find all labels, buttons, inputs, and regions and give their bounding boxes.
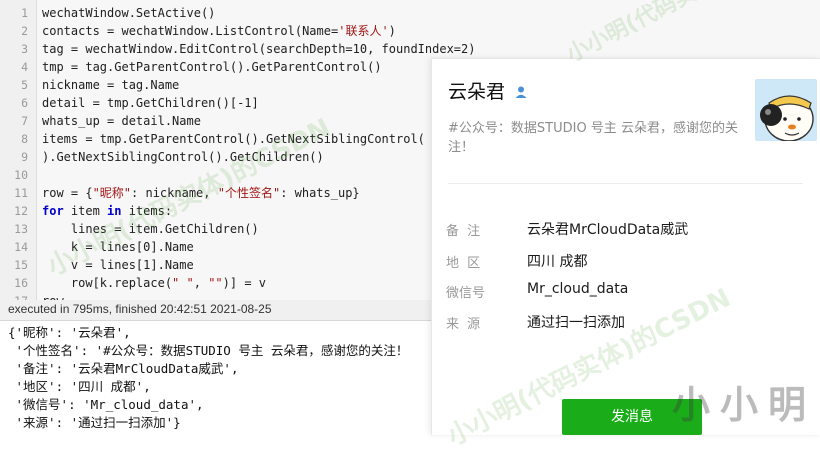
line-number: 8 — [21, 132, 28, 146]
line-number: 11 — [14, 186, 28, 200]
line-number: 4 — [21, 60, 28, 74]
code-text: row = {"昵称": nickname, "个性签名": whats_up} — [42, 186, 360, 200]
code-text: ).GetNextSiblingControl().GetChildren() — [42, 150, 324, 164]
output-line: {'昵称': '云朵君', — [8, 325, 131, 340]
output-line: '地区': '四川 成都', — [8, 379, 151, 394]
code-line: 1 wechatWindow.SetActive() — [0, 4, 820, 22]
info-label-source: 来 源 — [446, 317, 483, 332]
code-text: items = tmp.GetParentControl().GetNextSi… — [42, 132, 425, 146]
line-number: 6 — [21, 96, 28, 110]
line-number: 1 — [21, 6, 28, 20]
code-text: whats_up = detail.Name — [42, 114, 201, 128]
cell-output: {'昵称': '云朵君', '个性签名': '#公众号：数据STUDIO 号主 … — [8, 324, 448, 432]
code-text: wechatWindow.SetActive() — [42, 6, 216, 20]
line-number: 15 — [14, 258, 28, 272]
code-text: k = lines[0].Name — [42, 240, 194, 254]
info-label-wechat-id: 微信号 — [446, 286, 486, 301]
code-text: contacts = wechatWindow.ListControl(Name… — [42, 24, 396, 38]
execution-status-text: executed in 795ms, finished 20:42:51 202… — [8, 302, 272, 316]
code-text: for item in items: — [42, 204, 173, 218]
code-line: 3 tag = wechatWindow.EditControl(searchDe… — [0, 40, 820, 58]
signature-watermark: 小小明 — [672, 382, 817, 427]
contact-name: 云朵君 — [448, 81, 506, 103]
info-row-source: 来 源 通过扫一扫添加 — [432, 310, 820, 334]
cartoon-cat-avatar-icon — [755, 79, 817, 141]
info-value-source: 通过扫一扫添加 — [527, 315, 625, 331]
info-value-wechat-id: Mr_cloud_data — [527, 281, 629, 297]
info-value-remark: 云朵君MrCloudData威武 — [527, 222, 689, 238]
output-line: '来源': '通过扫一扫添加'} — [8, 415, 181, 430]
output-line: '个性签名': '#公众号：数据STUDIO 号主 云朵君，感谢您的关注！ — [8, 343, 409, 358]
line-number: 10 — [14, 168, 28, 182]
code-text: row[k.replace(" ", "")] = v — [42, 276, 266, 290]
code-text: lines = item.GetChildren() — [42, 222, 259, 236]
code-text: tmp = tag.GetParentControl().GetParentCo… — [42, 60, 382, 74]
info-label-remark: 备 注 — [446, 224, 483, 239]
code-line: 2 contacts = wechatWindow.ListControl(Nam… — [0, 22, 820, 40]
line-number: 3 — [21, 42, 28, 56]
contact-signature: #公众号：数据STUDIO 号主 云朵君，感谢您的关注！ — [448, 121, 738, 155]
output-line: '微信号': 'Mr_cloud_data', — [8, 397, 204, 412]
line-number: 2 — [21, 24, 28, 38]
code-text: v = lines[1].Name — [42, 258, 194, 272]
line-number: 13 — [14, 222, 28, 236]
line-number: 7 — [21, 114, 28, 128]
info-value-region: 四川 成都 — [527, 254, 588, 270]
info-label-region: 地 区 — [446, 256, 483, 271]
line-number: 5 — [21, 78, 28, 92]
line-number: 9 — [21, 150, 28, 164]
code-text: detail = tmp.GetChildren()[-1] — [42, 96, 259, 110]
code-text: tag = wechatWindow.EditControl(searchDep… — [42, 42, 476, 56]
line-number: 12 — [14, 204, 28, 218]
card-divider — [448, 183, 803, 184]
output-line: '备注': '云朵君MrCloudData威武', — [8, 361, 239, 376]
code-text: nickname = tag.Name — [42, 78, 180, 92]
info-row-wechat-id: 微信号 Mr_cloud_data — [432, 279, 820, 303]
info-row-region: 地 区 四川 成都 — [432, 249, 820, 273]
line-number: 14 — [14, 240, 28, 254]
line-number: 16 — [14, 276, 28, 290]
info-row-remark: 备 注 云朵君MrCloudData威武 — [432, 217, 820, 241]
male-user-icon — [515, 86, 527, 98]
contact-avatar[interactable] — [755, 79, 817, 141]
